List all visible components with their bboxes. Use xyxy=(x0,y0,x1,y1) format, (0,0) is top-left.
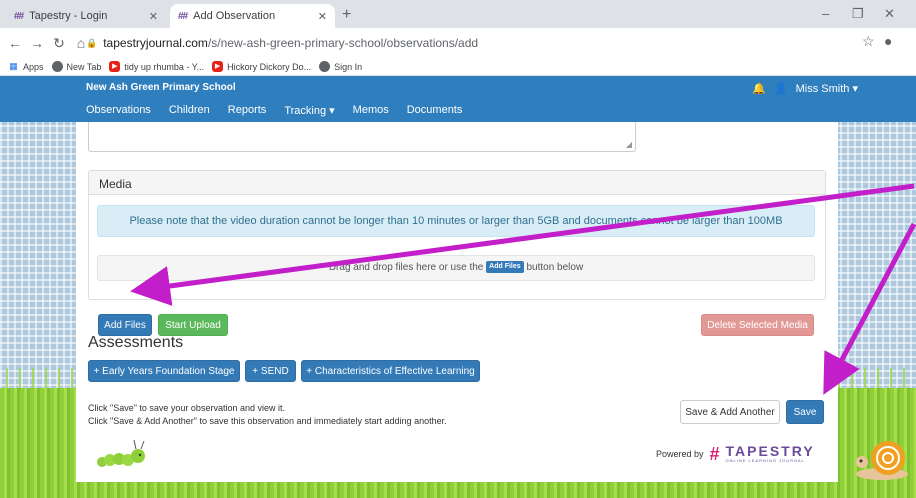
nav-memos[interactable]: Memos xyxy=(353,104,389,117)
close-icon[interactable]: ✕ xyxy=(149,10,158,23)
close-icon[interactable]: ✕ xyxy=(318,10,327,23)
powered-by-tapestry: Powered by # TAPESTRY ONLINE LEARNING JO… xyxy=(656,443,815,464)
tapestry-icon: # xyxy=(709,443,720,464)
save-help-text: Click "Save" to save your observation an… xyxy=(88,403,447,426)
assessments-heading: Assessments xyxy=(88,334,184,351)
reload-icon[interactable]: ↻ xyxy=(48,35,70,52)
user-icon: 👤 xyxy=(773,83,788,95)
send-button[interactable]: + SEND xyxy=(245,360,296,382)
profile-icon[interactable]: ● xyxy=(884,33,892,49)
new-tab-button[interactable]: + xyxy=(342,5,351,25)
observation-form: ◢ Media Please note that the video durat… xyxy=(76,122,838,482)
lock-icon: 🔒 xyxy=(86,37,98,48)
tapestry-logo: TAPESTRY ONLINE LEARNING JOURNAL xyxy=(725,443,815,463)
bookmark-apps[interactable]: ▦ Apps xyxy=(8,61,43,72)
tab-label: Add Observation xyxy=(193,10,276,22)
media-heading: Media xyxy=(89,171,825,195)
resize-handle-icon[interactable]: ◢ xyxy=(626,140,632,149)
media-panel: Media Please note that the video duratio… xyxy=(88,170,826,300)
file-dropzone[interactable]: Drag and drop files here or use the Add … xyxy=(97,255,815,281)
nav-reports[interactable]: Reports xyxy=(228,104,267,117)
url-path: /s/new-ash-green-primary-school/observat… xyxy=(207,36,479,50)
url-field[interactable]: 🔒 tapestryjournal.com/s/new-ash-green-pr… xyxy=(86,32,856,54)
nav-tracking[interactable]: Tracking ▾ xyxy=(284,104,334,117)
user-name: Miss Smith ▾ xyxy=(795,83,858,95)
bookmark-new-tab[interactable]: New Tab xyxy=(51,61,101,72)
add-files-chip: Add Files xyxy=(486,261,524,274)
forward-arrow-icon[interactable]: → xyxy=(26,35,48,51)
bookmark-sign-in[interactable]: Sign In xyxy=(319,61,362,72)
user-menu[interactable]: 🔔 👤 Miss Smith ▾ xyxy=(752,82,858,95)
tapestry-icon: ## xyxy=(178,10,188,22)
restore-button[interactable]: ❐ xyxy=(852,5,864,23)
add-files-button[interactable]: Add Files xyxy=(98,314,152,336)
save-and-add-another-button[interactable]: Save & Add Another xyxy=(680,400,780,424)
start-upload-button[interactable]: Start Upload xyxy=(158,314,228,336)
characteristics-of-effective-learning-button[interactable]: + Characteristics of Effective Learning xyxy=(301,360,480,382)
window-close-button[interactable]: ✕ xyxy=(884,5,895,23)
youtube-icon: ▶ xyxy=(212,61,224,72)
nav-observations[interactable]: Observations xyxy=(86,104,151,117)
minimize-button[interactable]: – xyxy=(822,5,829,23)
nav-documents[interactable]: Documents xyxy=(407,104,463,117)
site-navbar: New Ash Green Primary School Observation… xyxy=(0,76,916,122)
browser-tab-strip: ## Tapestry - Login ✕ ## Add Observation… xyxy=(0,0,916,28)
save-button[interactable]: Save xyxy=(786,400,824,424)
url-domain: tapestryjournal.com xyxy=(103,36,208,50)
globe-icon xyxy=(51,61,63,72)
school-name[interactable]: New Ash Green Primary School xyxy=(86,82,236,93)
main-nav: Observations Children Reports Tracking ▾… xyxy=(86,104,480,117)
caterpillar-icon xyxy=(97,439,145,467)
notes-textarea[interactable]: ◢ xyxy=(88,122,636,152)
star-icon[interactable]: ☆ xyxy=(862,33,875,50)
youtube-icon: ▶ xyxy=(109,61,121,72)
apps-grid-icon: ▦ xyxy=(9,61,18,71)
nav-children[interactable]: Children xyxy=(169,104,210,117)
address-bar: ← → ↻ ⌂ 🔒 tapestryjournal.com/s/new-ash-… xyxy=(0,28,916,58)
bookmarks-bar: ▦ Apps New Tab ▶ tidy up rhumba - Y... ▶ Hi… xyxy=(0,58,916,76)
delete-selected-media-button[interactable]: Delete Selected Media xyxy=(701,314,814,336)
tapestry-icon: ## xyxy=(14,10,24,22)
bookmark-tidy-up-rhumba[interactable]: ▶ tidy up rhumba - Y... xyxy=(109,61,204,72)
globe-icon xyxy=(319,61,331,72)
back-arrow-icon[interactable]: ← xyxy=(4,35,26,51)
bell-icon[interactable]: 🔔 xyxy=(752,82,766,95)
bookmark-hickory-dickory[interactable]: ▶ Hickory Dickory Do... xyxy=(212,61,311,72)
browser-tab-add-observation[interactable]: ## Add Observation ✕ xyxy=(170,4,335,28)
early-years-foundation-stage-button[interactable]: + Early Years Foundation Stage xyxy=(88,360,240,382)
browser-tab-login[interactable]: ## Tapestry - Login ✕ xyxy=(6,4,166,28)
page-viewport: New Ash Green Primary School Observation… xyxy=(0,76,916,498)
upload-limits-notice: Please note that the video duration cann… xyxy=(97,205,815,237)
snail-icon xyxy=(856,441,908,480)
tab-label: Tapestry - Login xyxy=(29,10,108,22)
